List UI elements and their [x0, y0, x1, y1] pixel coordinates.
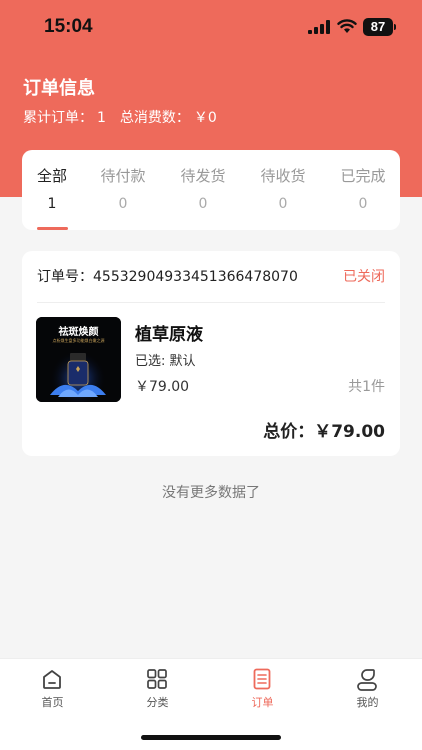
tab-label: 待付款 — [100, 167, 146, 185]
tab-all[interactable]: 全部 1 — [22, 150, 82, 230]
product-thumbnail[interactable]: 祛斑焕颜 点析焕生盘多功能焕白嫩之源 — [36, 317, 121, 402]
tab-pending-shipment[interactable]: 待发货 0 — [168, 150, 238, 230]
total-spent-label: 总消费数： — [119, 110, 190, 126]
tabbar-item-profile[interactable]: 我的 — [315, 659, 420, 719]
tabbar-item-home[interactable]: 首页 — [0, 659, 105, 719]
tab-count: 0 — [278, 196, 288, 212]
tab-label: 待发货 — [180, 167, 226, 185]
tabbar-label: 我的 — [356, 696, 379, 709]
divider — [37, 302, 385, 303]
order-number-label: 订单号： — [37, 269, 93, 285]
order-document-icon — [253, 668, 271, 690]
order-number-row: 订单号：45532904933451366478070 已关闭 — [37, 266, 385, 288]
tab-count: 1 — [47, 196, 57, 212]
tab-count: 0 — [118, 196, 128, 212]
page-title: 订单信息 — [23, 78, 95, 99]
no-more-data-text: 没有更多数据了 — [162, 485, 260, 501]
order-card[interactable]: 订单号：45532904933451366478070 已关闭 祛斑焕颜 点析焕… — [22, 251, 400, 456]
order-summary: 累计订单： 1 总消费数： ￥0 — [23, 107, 221, 127]
battery-indicator: 87 — [363, 18, 393, 36]
order-total: 总价：￥79.00 — [263, 417, 385, 442]
thumbnail-subtitle: 点析焕生盘多功能焕白嫩之源 — [52, 338, 105, 343]
home-indicator — [141, 735, 281, 740]
total-label: 总价： — [263, 422, 315, 442]
home-icon — [43, 670, 61, 689]
tabbar-label: 分类 — [146, 696, 169, 709]
thumbnail-title: 祛斑焕颜 — [58, 327, 99, 338]
profile-icon — [357, 669, 377, 691]
tab-label: 待收货 — [260, 167, 306, 185]
tabbar-label: 首页 — [41, 696, 64, 709]
product-quantity: 共1件 — [348, 379, 385, 395]
total-spent-value: ￥0 — [193, 110, 217, 126]
total-value: ￥79.00 — [314, 422, 385, 442]
product-price: ￥79.00 — [135, 379, 190, 395]
order-status-badge: 已关闭 — [343, 269, 385, 285]
status-bar: 15:04 87 — [0, 0, 422, 54]
grid-icon — [147, 669, 167, 689]
total-orders-label: 累计订单： — [23, 110, 93, 126]
tab-label: 全部 — [36, 167, 67, 185]
tab-label: 已完成 — [340, 167, 386, 185]
order-status-tabs: 全部 1 待付款 0 待发货 0 待收货 0 已完成 0 — [22, 150, 400, 230]
total-orders-value: 1 — [97, 110, 106, 126]
tab-completed[interactable]: 已完成 0 — [328, 150, 398, 230]
product-name[interactable]: 植草原液 — [135, 320, 203, 345]
order-number: 45532904933451366478070 — [93, 269, 298, 285]
wifi-icon — [337, 19, 357, 33]
tabbar-label: 订单 — [251, 696, 274, 709]
tabbar-item-orders[interactable]: 订单 — [210, 659, 315, 719]
tab-count: 0 — [358, 196, 368, 212]
tabbar-item-category[interactable]: 分类 — [105, 659, 210, 719]
battery-tip — [394, 24, 396, 30]
tab-pending-payment[interactable]: 待付款 0 — [88, 150, 158, 230]
active-tab-indicator — [37, 227, 68, 230]
status-time: 15:04 — [44, 16, 93, 37]
tab-pending-receipt[interactable]: 待收货 0 — [248, 150, 318, 230]
tab-count: 0 — [198, 196, 208, 212]
cellular-signal-icon — [308, 20, 330, 34]
product-spec: 已选: 默认 — [135, 354, 196, 369]
